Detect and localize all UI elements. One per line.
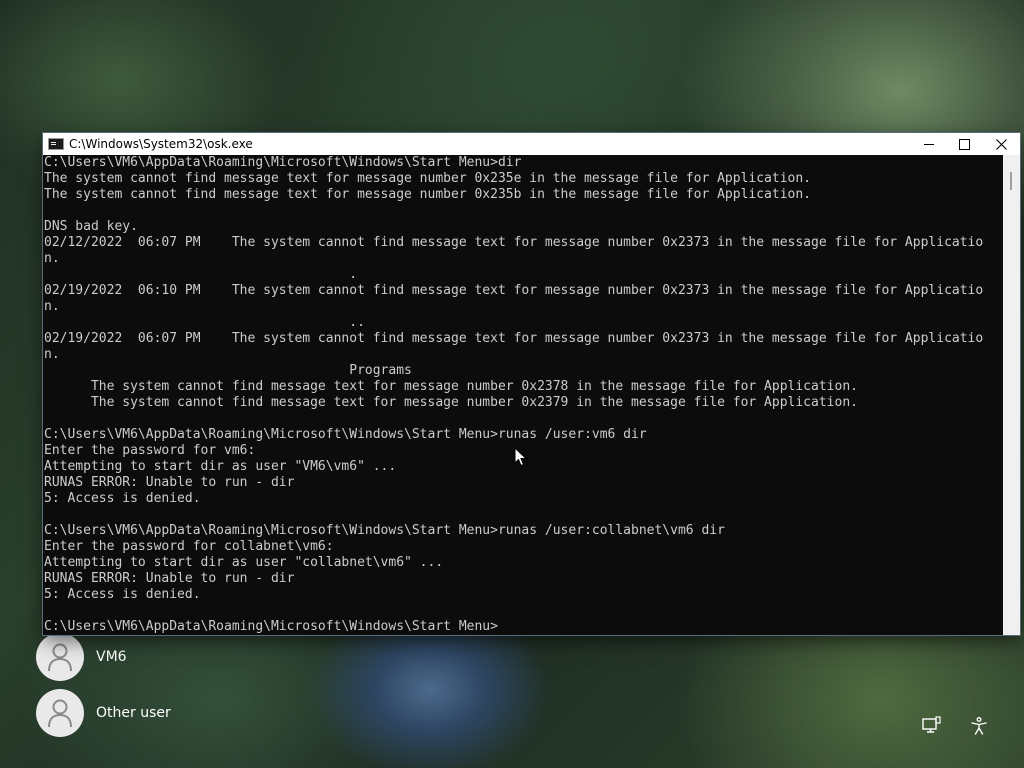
maximize-icon: [958, 138, 970, 150]
network-icon[interactable]: [920, 715, 942, 737]
console-icon: [48, 138, 64, 150]
mouse-pointer-icon: [514, 447, 528, 467]
console-line: The system cannot find message text for …: [44, 187, 812, 202]
minimize-button[interactable]: [910, 133, 948, 155]
console-line: RUNAS ERROR: Unable to run - dir: [44, 571, 295, 586]
console-line: ..: [44, 315, 365, 330]
console-line: The system cannot find message text for …: [44, 379, 858, 394]
console-line: 02/19/2022 06:07 PM The system cannot fi…: [44, 331, 984, 346]
console-line: 02/19/2022 06:10 PM The system cannot fi…: [44, 283, 984, 298]
maximize-button[interactable]: [945, 133, 983, 155]
console-line: C:\Users\VM6\AppData\Roaming\Microsoft\W…: [44, 523, 725, 538]
user-avatar-icon: [36, 633, 84, 681]
console-line: .: [44, 267, 358, 282]
console-line: Enter the password for collabnet\vm6:: [44, 539, 334, 554]
console-line: Enter the password for vm6:: [44, 443, 256, 458]
console-line: Attempting to start dir as user "collabn…: [44, 555, 444, 570]
user-name: Other user: [96, 705, 171, 721]
accessibility-icon[interactable]: [968, 715, 990, 737]
user-name: VM6: [96, 649, 127, 665]
console-window[interactable]: C:\Windows\System32\osk.exe C:\Users\VM6…: [43, 133, 1020, 635]
user-entry-other-user[interactable]: Other user: [36, 689, 171, 737]
console-line: n.: [44, 299, 60, 314]
minimize-icon: [924, 143, 934, 145]
scrollbar-thumb[interactable]: [1010, 172, 1012, 190]
console-line: The system cannot find message text for …: [44, 395, 858, 410]
console-output[interactable]: C:\Users\VM6\AppData\Roaming\Microsoft\W…: [44, 155, 1004, 635]
window-title: C:\Windows\System32\osk.exe: [69, 137, 253, 151]
vertical-scrollbar[interactable]: [1003, 155, 1020, 635]
console-line: RUNAS ERROR: Unable to run - dir: [44, 475, 295, 490]
close-button[interactable]: [982, 133, 1020, 155]
console-line: n.: [44, 251, 60, 266]
console-line: DNS bad key.: [44, 219, 138, 234]
console-line: C:\Users\VM6\AppData\Roaming\Microsoft\W…: [44, 427, 647, 442]
console-line: The system cannot find message text for …: [44, 171, 812, 186]
console-line: 02/12/2022 06:07 PM The system cannot fi…: [44, 235, 984, 250]
console-line: Attempting to start dir as user "VM6\vm6…: [44, 459, 397, 474]
console-line: Programs: [44, 363, 412, 378]
console-line: 5: Access is denied.: [44, 491, 201, 506]
user-entry-vm6[interactable]: VM6: [36, 633, 127, 681]
console-line: n.: [44, 347, 60, 362]
console-line: C:\Users\VM6\AppData\Roaming\Microsoft\W…: [44, 155, 522, 170]
console-line: C:\Users\VM6\AppData\Roaming\Microsoft\W…: [44, 619, 498, 634]
user-avatar-icon: [36, 689, 84, 737]
title-bar[interactable]: C:\Windows\System32\osk.exe: [43, 133, 1020, 155]
console-text: C:\Users\VM6\AppData\Roaming\Microsoft\W…: [44, 155, 1004, 635]
close-icon: [995, 138, 1007, 150]
console-line: 5: Access is denied.: [44, 587, 201, 602]
